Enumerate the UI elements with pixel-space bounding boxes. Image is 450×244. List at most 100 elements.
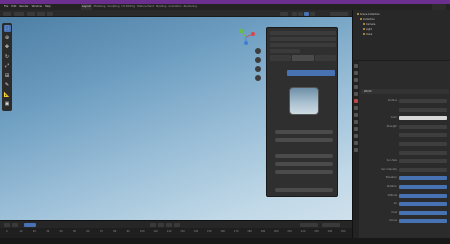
move-icon[interactable]: ✥ xyxy=(4,44,11,51)
viewport-nav-buttons xyxy=(255,48,263,84)
property-field[interactable] xyxy=(399,167,447,172)
z-axis-icon[interactable] xyxy=(244,41,248,45)
panel-slider[interactable] xyxy=(275,170,333,174)
scene-icon[interactable] xyxy=(354,92,358,96)
panel-row[interactable] xyxy=(270,37,336,41)
tool-icon[interactable] xyxy=(354,64,358,68)
outliner-item-label: Cube xyxy=(366,33,373,36)
scale-icon[interactable]: ⤢ xyxy=(4,63,11,70)
editor-type-button[interactable] xyxy=(3,11,11,16)
output-icon[interactable] xyxy=(354,78,358,82)
shading-material-button[interactable] xyxy=(304,11,309,16)
select-menu[interactable] xyxy=(37,11,45,16)
property-field[interactable] xyxy=(399,219,447,224)
property-field[interactable] xyxy=(399,142,447,146)
panel-slider[interactable] xyxy=(275,162,333,166)
cursor-select-icon[interactable]: ⬚ xyxy=(3,25,11,32)
frame-label: 230 xyxy=(314,230,319,233)
timeline-ruler[interactable]: 0 10 20 30 40 50 60 70 80 90 100 110 120 130 140 150 160… xyxy=(0,228,352,238)
frame-label: 10 xyxy=(19,230,23,233)
shading-rendered-button[interactable] xyxy=(310,11,315,16)
particles-icon[interactable] xyxy=(354,120,358,124)
perspective-icon[interactable] xyxy=(255,75,261,81)
view-layer-icon[interactable] xyxy=(354,85,358,89)
property-field[interactable] xyxy=(399,176,447,181)
property-field[interactable] xyxy=(399,150,447,155)
properties-header[interactable]: World xyxy=(361,89,449,94)
property-field[interactable] xyxy=(399,193,447,198)
modifier-icon[interactable] xyxy=(354,113,358,117)
navigation-gizmo[interactable] xyxy=(236,27,256,47)
overlays-button[interactable] xyxy=(280,11,288,16)
panel-tab[interactable] xyxy=(314,55,336,61)
add-menu[interactable] xyxy=(47,11,53,16)
property-field[interactable] xyxy=(399,124,447,129)
world-icon[interactable] xyxy=(354,99,358,103)
outliner-item[interactable]: Collection xyxy=(360,18,375,22)
panel-row[interactable] xyxy=(270,43,336,47)
playback-menu[interactable] xyxy=(12,223,18,227)
play-button[interactable] xyxy=(166,223,172,227)
mode-selector[interactable] xyxy=(14,11,24,16)
material-icon[interactable] xyxy=(354,148,358,152)
timeline-header xyxy=(0,220,352,228)
property-field[interactable] xyxy=(399,116,447,121)
camera-icon[interactable] xyxy=(255,66,261,72)
jump-start-button[interactable] xyxy=(150,223,156,227)
panel-row[interactable] xyxy=(270,49,300,53)
panel-slider[interactable] xyxy=(275,154,333,158)
frame-label: 80 xyxy=(113,230,117,233)
panel-row[interactable] xyxy=(270,31,336,35)
property-field[interactable] xyxy=(399,202,447,207)
measure-icon[interactable]: 📐 xyxy=(4,92,11,99)
properties-tabs xyxy=(353,61,359,238)
primary-panel-button[interactable] xyxy=(287,70,335,76)
property-field[interactable] xyxy=(399,107,447,112)
outliner-item[interactable]: Light xyxy=(363,28,372,32)
add-cube-icon[interactable]: ▣ xyxy=(4,101,11,108)
object-icon[interactable] xyxy=(354,106,358,110)
property-field[interactable] xyxy=(399,133,447,138)
shading-solid-button[interactable] xyxy=(298,11,303,16)
panel-tab[interactable] xyxy=(270,55,292,61)
panel-slider[interactable] xyxy=(275,130,333,134)
shading-wireframe-button[interactable] xyxy=(292,11,297,16)
transform-icon[interactable]: ⊞ xyxy=(4,73,11,80)
pan-icon[interactable] xyxy=(255,57,261,63)
outliner-item[interactable]: Camera xyxy=(363,23,375,27)
start-frame-field[interactable] xyxy=(300,223,318,227)
environment-preview[interactable] xyxy=(289,87,319,115)
zoom-icon[interactable] xyxy=(255,48,261,54)
y-axis-icon[interactable] xyxy=(239,29,243,33)
panel-tabs xyxy=(270,55,336,61)
viewport-header xyxy=(0,10,352,17)
property-field[interactable] xyxy=(399,159,447,164)
x-axis-icon[interactable] xyxy=(251,32,255,36)
viewport-options[interactable] xyxy=(330,11,348,16)
physics-icon[interactable] xyxy=(354,127,358,131)
data-icon[interactable] xyxy=(354,141,358,145)
property-field[interactable] xyxy=(399,210,447,215)
play-reverse-button[interactable] xyxy=(158,223,164,227)
view-menu[interactable] xyxy=(27,11,35,16)
jump-end-button[interactable] xyxy=(174,223,180,227)
outliner-item[interactable]: Cube xyxy=(363,33,372,37)
cursor-icon[interactable]: ⊕ xyxy=(4,35,11,42)
current-frame-field[interactable] xyxy=(24,223,36,227)
constraints-icon[interactable] xyxy=(354,134,358,138)
timeline-menu[interactable] xyxy=(4,223,10,227)
outliner-item-label: Scene Collection xyxy=(360,13,380,16)
end-frame-field[interactable] xyxy=(322,223,340,227)
annotate-icon[interactable]: ✎ xyxy=(4,82,11,89)
outliner-item[interactable]: Scene Collection xyxy=(357,13,380,17)
panel-tab[interactable] xyxy=(292,55,314,61)
rotate-icon[interactable]: ↻ xyxy=(4,54,11,61)
frame-label: 190 xyxy=(260,230,266,233)
render-icon[interactable] xyxy=(354,71,358,75)
panel-slider[interactable] xyxy=(275,188,333,192)
property-field[interactable] xyxy=(399,185,447,189)
panel-slider[interactable] xyxy=(275,138,333,142)
property-row xyxy=(361,107,449,112)
frame-label: 210 xyxy=(287,230,292,233)
property-field[interactable] xyxy=(399,99,447,103)
